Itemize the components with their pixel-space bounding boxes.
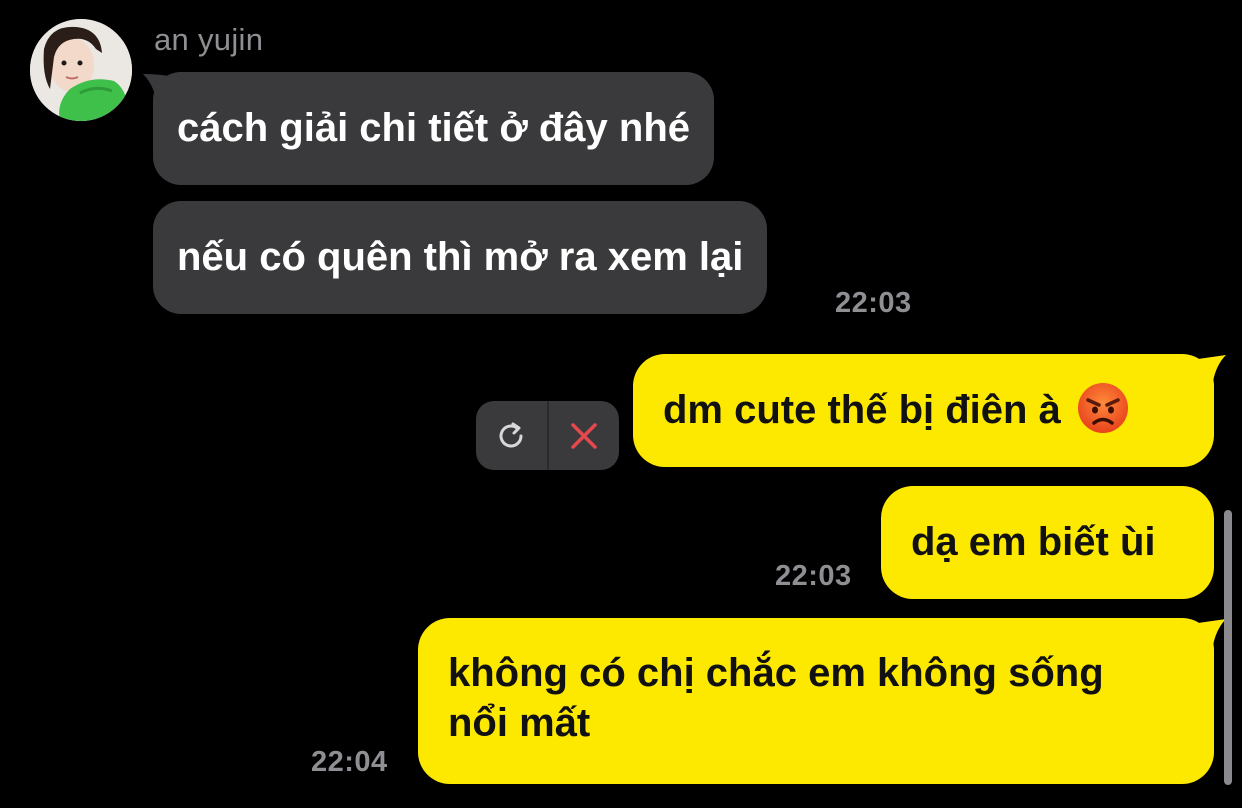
- incoming-message-bubble[interactable]: cách giải chi tiết ở đây nhé: [153, 72, 715, 185]
- failed-message-actions: [476, 401, 619, 470]
- scrollbar[interactable]: [1224, 510, 1232, 785]
- message-timestamp: 22:03: [775, 560, 852, 592]
- outgoing-message-bubble[interactable]: dm cute thế bị điên à: [633, 354, 1214, 467]
- message-timestamp: 22:03: [835, 287, 912, 319]
- sender-name: an yujin: [154, 22, 264, 57]
- message-text: nếu có quên thì mở ra xem lại: [177, 235, 744, 279]
- close-icon: [571, 422, 597, 449]
- retry-button[interactable]: [476, 401, 547, 470]
- message-text-line: nổi mất: [448, 701, 591, 745]
- delete-button[interactable]: [549, 401, 620, 470]
- angry-face-icon: [1077, 383, 1128, 434]
- message-text: dạ em biết ùi: [911, 520, 1156, 564]
- sender-avatar[interactable]: [30, 19, 132, 121]
- message-text: dm cute thế bị điên à: [663, 388, 1061, 432]
- message-text-line: không có chị chắc em không sống: [448, 651, 1104, 695]
- avatar-photo-icon: [30, 19, 132, 121]
- message-timestamp: 22:04: [311, 746, 388, 778]
- retry-icon: [499, 422, 523, 447]
- incoming-message-bubble[interactable]: nếu có quên thì mở ra xem lại: [153, 201, 768, 314]
- message-text: cách giải chi tiết ở đây nhé: [177, 106, 691, 150]
- outgoing-message-bubble[interactable]: không có chị chắc em không sống nổi mất: [418, 618, 1214, 784]
- outgoing-message-bubble[interactable]: dạ em biết ùi: [881, 486, 1214, 599]
